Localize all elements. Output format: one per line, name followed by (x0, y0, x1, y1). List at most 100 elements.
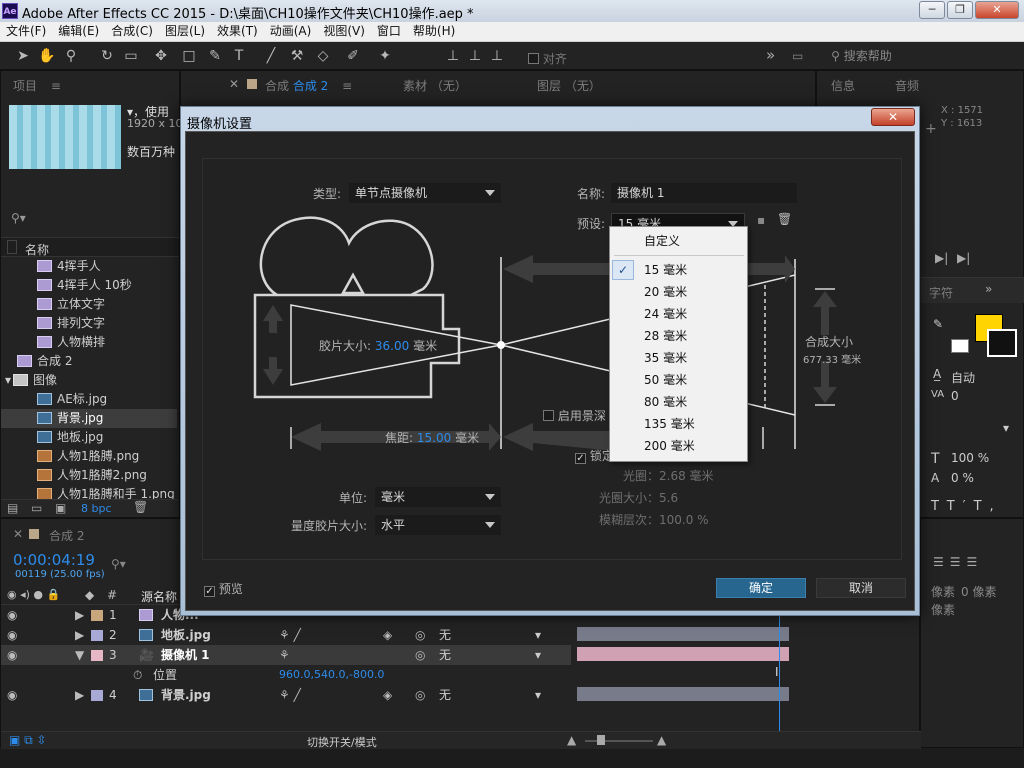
preset-option[interactable]: 50 毫米 (644, 369, 744, 391)
kerning-value[interactable]: 0 (951, 389, 959, 403)
menu-view[interactable]: 视图(V) (317, 22, 371, 41)
dropdown-arrow-icon[interactable]: ▾ (535, 685, 541, 705)
zoom-out-icon[interactable]: ▲ (567, 733, 576, 747)
column-name[interactable]: 名称 (25, 241, 49, 258)
shy-switch-icon[interactable]: ⚘ (279, 645, 290, 665)
selection-tool-icon[interactable]: ➤ (14, 47, 32, 65)
tab-audio[interactable]: 音频 (895, 77, 919, 94)
layer-name[interactable]: 地板.jpg (161, 625, 211, 645)
axis-view-icon[interactable]: ⊥ (488, 47, 506, 65)
source-name-column[interactable]: 源名称 (141, 588, 177, 605)
minimize-button[interactable]: ─ (919, 1, 945, 19)
parent-dropdown[interactable]: 无 (439, 685, 451, 705)
preset-option[interactable]: 200 毫米 (644, 435, 744, 457)
text-style-icons[interactable]: TT′T, (931, 499, 1002, 514)
indent-left-value[interactable]: 像素 (931, 583, 955, 600)
eyedropper-icon[interactable]: ✎ (933, 317, 943, 331)
eye-icon[interactable]: ◉ (7, 625, 17, 645)
maximize-button[interactable]: ❐ (947, 1, 973, 19)
snap-checkbox[interactable]: 对齐 (528, 50, 567, 67)
project-item[interactable]: 地板.jpg (1, 428, 177, 447)
dialog-close-button[interactable]: ✕ (871, 108, 915, 126)
film-size-value[interactable]: 36.00 (375, 339, 409, 353)
camera-tool-icon[interactable]: ▭ (122, 47, 140, 65)
bit-depth[interactable]: 8 bpc (81, 502, 112, 515)
expand-arrow-icon[interactable]: ▶ (75, 625, 84, 645)
zoom-slider-handle[interactable] (597, 735, 605, 745)
project-item[interactable]: 合成 2 (1, 352, 177, 371)
layer-bar[interactable] (577, 627, 789, 641)
tab-composition[interactable]: 合成 合成 2 ≡ (265, 77, 352, 94)
preview-checkbox[interactable]: ✓ 预览 (204, 580, 243, 597)
preset-option[interactable]: 35 毫米 (644, 347, 744, 369)
clone-stamp-tool-icon[interactable]: ⚒ (288, 47, 306, 65)
layer-row-selected[interactable]: ◉ ▼ 3 🎥 摄像机 1 ⚘ ◎ 无 ▾ (1, 645, 571, 665)
units-dropdown[interactable]: 毫米 (375, 487, 501, 507)
parent-pickwhip-icon[interactable]: ◎ (415, 625, 425, 645)
expand-arrow-icon[interactable]: ▾ (5, 373, 11, 387)
preset-option[interactable]: 15 毫米 (644, 259, 744, 281)
tab-footage[interactable]: 素材 （无） (403, 77, 467, 94)
cancel-button[interactable]: 取消 (816, 578, 906, 598)
zoom-in-icon[interactable]: ▲ (657, 733, 666, 747)
project-search-icon[interactable]: ⚲▾ (11, 211, 26, 225)
3d-layer-icon[interactable]: ◈ (383, 685, 392, 705)
interpret-footage-icon[interactable]: ▤ (7, 501, 18, 515)
snap-checkbox-box[interactable] (528, 53, 539, 64)
render-icons[interactable]: ▣ ⧉ ⇳ (9, 733, 47, 748)
layer-bar-selected[interactable] (577, 647, 789, 661)
zoom-tool-icon[interactable]: ⚲ (62, 47, 80, 65)
search-help-field[interactable]: ▭ ⚲ 搜索帮助 (792, 46, 1022, 66)
baseline-value[interactable]: 0 % (951, 471, 974, 485)
timeline-search-icon[interactable]: ⚲▾ (111, 557, 126, 571)
roto-brush-tool-icon[interactable]: ✐ (344, 47, 362, 65)
project-item[interactable]: 立体文字 (1, 295, 177, 314)
hand-tool-icon[interactable]: ✋ (38, 47, 56, 65)
character-more-icon[interactable]: » (985, 282, 992, 296)
eye-icon[interactable]: ◉ (7, 605, 17, 625)
layer-row[interactable]: ◉ ▶ 2 地板.jpg ⚘ ╱ ◈ ◎ 无 ▾ (1, 625, 571, 645)
project-item-selected[interactable]: 背景.jpg (1, 409, 177, 428)
playhead[interactable] (779, 605, 780, 749)
stopwatch-icon[interactable]: ⏱ (133, 665, 142, 685)
tab-layer[interactable]: 图层 （无） (537, 77, 601, 94)
eye-icon[interactable]: ◉ (7, 645, 17, 665)
trash-icon[interactable]: 🗑 (133, 500, 148, 514)
dof-checkbox-box[interactable] (543, 410, 554, 421)
menu-composition[interactable]: 合成(C) (105, 22, 159, 41)
preset-option[interactable]: 28 毫米 (644, 325, 744, 347)
shy-switch-icon[interactable]: ⚘ ╱ (279, 685, 301, 705)
project-item[interactable]: 人物1胳膊.png (1, 447, 177, 466)
leading-value[interactable]: 自动 (951, 369, 975, 386)
new-folder-icon[interactable]: ▭ (31, 501, 42, 515)
menu-file[interactable]: 文件(F) (0, 22, 52, 41)
shy-switch-icon[interactable]: ⚘ ╱ (279, 625, 301, 645)
vertical-scale-value[interactable]: 100 % (951, 451, 989, 465)
expand-arrow-icon[interactable]: ▶ (75, 685, 84, 705)
shape-tool-icon[interactable]: □ (180, 47, 198, 65)
project-item[interactable]: 人物1胳膊2.png (1, 466, 177, 485)
axis-world-icon[interactable]: ⊥ (466, 47, 484, 65)
timeline-close-icon[interactable]: ✕ (13, 527, 23, 541)
save-preset-icon[interactable]: ▪ (757, 213, 765, 227)
project-item[interactable]: 排列文字 (1, 314, 177, 333)
layer-color[interactable] (91, 650, 103, 661)
preset-option[interactable]: 135 毫米 (644, 413, 744, 435)
parent-dropdown[interactable]: 无 (439, 645, 451, 665)
white-swatch[interactable] (951, 339, 969, 353)
puppet-pin-tool-icon[interactable]: ✦ (376, 47, 394, 65)
timeline-tab[interactable]: 合成 2 (49, 527, 84, 544)
camera-name-field[interactable]: 摄像机 1 (611, 183, 797, 203)
collapse-arrow-icon[interactable]: ▼ (75, 645, 84, 665)
tab-close-icon[interactable]: ✕ (229, 77, 239, 91)
rotate-tool-icon[interactable]: ↻ (98, 47, 116, 65)
menu-edit[interactable]: 编辑(E) (52, 22, 105, 41)
more-tools-icon[interactable]: » (766, 46, 775, 64)
preset-option[interactable]: 20 毫米 (644, 281, 744, 303)
layer-bar[interactable] (577, 687, 789, 701)
pen-tool-icon[interactable]: ✎ (206, 47, 224, 65)
dropdown-arrow-icon[interactable]: ▾ (1003, 421, 1009, 435)
ok-button[interactable]: 确定 (716, 578, 806, 598)
close-button[interactable]: ✕ (975, 1, 1019, 19)
3d-layer-icon[interactable]: ◈ (383, 625, 392, 645)
